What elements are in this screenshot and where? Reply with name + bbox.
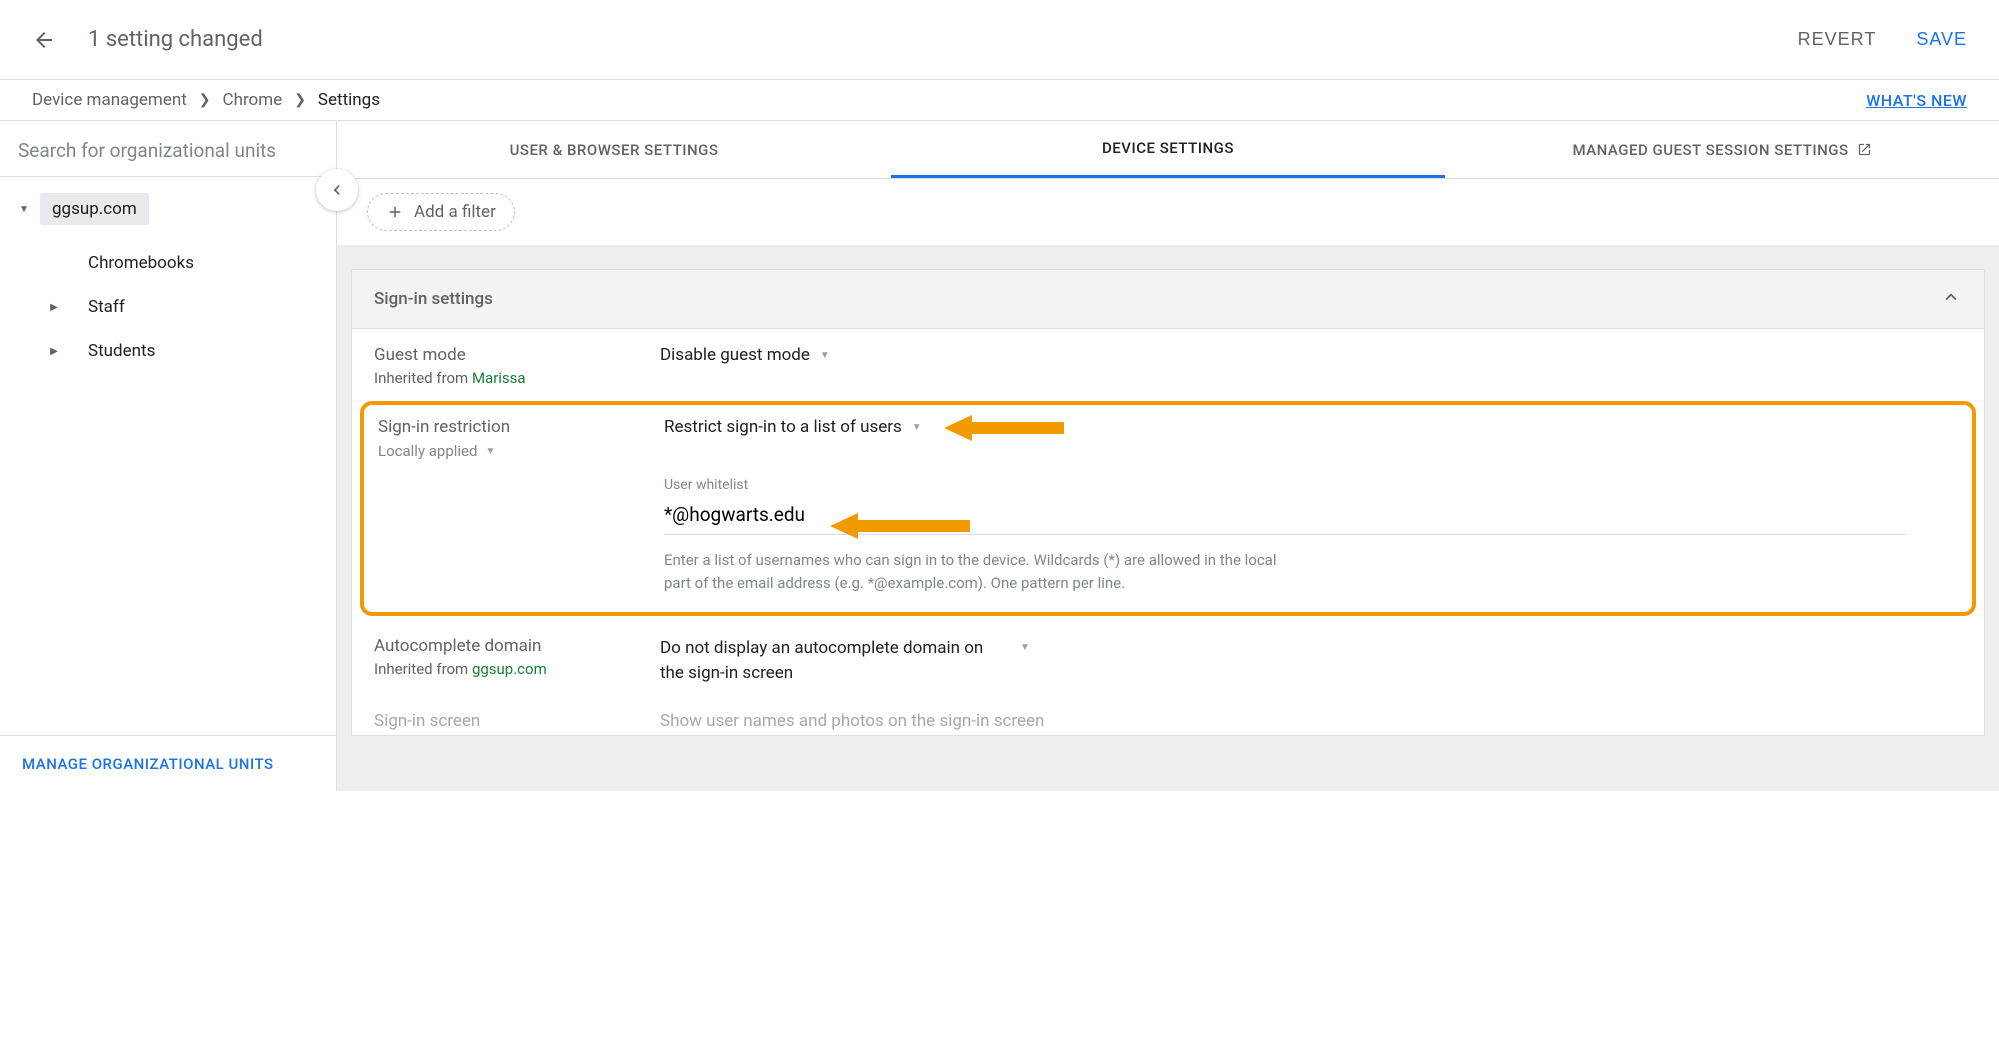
- manage-ou-link[interactable]: MANAGE ORGANIZATIONAL UNITS: [22, 755, 274, 773]
- filter-row: Add a filter: [337, 179, 1999, 245]
- setting-name: Sign-in restriction: [378, 417, 634, 437]
- signin-screen-dropdown[interactable]: Show user names and photos on the sign-i…: [660, 711, 1044, 731]
- setting-right: Restrict sign-in to a list of users ▼ Us…: [664, 417, 1958, 594]
- settings-area: Sign-in settings Guest mode Inherited fr…: [337, 245, 1999, 791]
- dropdown-text: Do not display an autocomplete domain on…: [660, 636, 1010, 685]
- setting-left: Guest mode Inherited from Marissa: [374, 345, 630, 387]
- setting-inherit: Inherited from Marissa: [374, 369, 630, 387]
- topbar-actions: REVERT SAVE: [1798, 29, 1967, 50]
- ou-item-staff[interactable]: ▶ Staff: [0, 289, 336, 325]
- sidebar: Search for organizational units ▼ ggsup.…: [0, 121, 337, 791]
- breadcrumb-current: Settings: [318, 90, 380, 110]
- save-button[interactable]: SAVE: [1916, 29, 1967, 50]
- setting-name: Autocomplete domain: [374, 636, 630, 656]
- setting-name: Sign-in screen: [374, 711, 630, 731]
- setting-autocomplete-domain: Autocomplete domain Inherited from ggsup…: [352, 620, 1984, 695]
- setting-name: Guest mode: [374, 345, 630, 365]
- signin-restriction-dropdown[interactable]: Restrict sign-in to a list of users ▼: [664, 417, 922, 437]
- ou-label: Staff: [88, 297, 125, 317]
- annotation-arrow-icon: [944, 411, 1064, 445]
- content: USER & BROWSER SETTINGS DEVICE SETTINGS …: [337, 121, 1999, 791]
- guest-mode-dropdown[interactable]: Disable guest mode ▼: [660, 345, 830, 365]
- setting-guest-mode: Guest mode Inherited from Marissa Disabl…: [352, 329, 1984, 397]
- whitelist-help: Enter a list of usernames who can sign i…: [664, 549, 1304, 594]
- setting-right: Disable guest mode ▼: [660, 345, 1962, 387]
- ou-tree: ▼ ggsup.com Chromebooks ▶ Staff ▶ Studen…: [0, 177, 336, 735]
- top-bar: 1 setting changed REVERT SAVE: [0, 0, 1999, 80]
- setting-right: Show user names and photos on the sign-i…: [660, 711, 1962, 735]
- breadcrumb-device-mgmt[interactable]: Device management: [32, 90, 187, 110]
- setting-left: Sign-in screen: [374, 711, 630, 735]
- inherit-link[interactable]: Marissa: [472, 369, 526, 387]
- setting-signin-screen: Sign-in screen Show user names and photo…: [352, 695, 1984, 735]
- ou-item-students[interactable]: ▶ Students: [0, 333, 336, 369]
- caret-down-icon: ▼: [1020, 642, 1030, 653]
- highlight-signin-restriction: Sign-in restriction Locally applied ▼ Re…: [360, 401, 1976, 616]
- search-ou-input[interactable]: Search for organizational units: [0, 121, 336, 177]
- caret-right-icon: ▶: [48, 346, 60, 357]
- chevron-left-icon: [327, 180, 347, 200]
- caret-down-icon: ▼: [820, 350, 830, 361]
- dropdown-text: Show user names and photos on the sign-i…: [660, 711, 1044, 731]
- tabs: USER & BROWSER SETTINGS DEVICE SETTINGS …: [337, 121, 1999, 179]
- breadcrumb-bar: Device management ❯ Chrome ❯ Settings WH…: [0, 80, 1999, 121]
- ou-label: Students: [88, 341, 155, 361]
- section-header[interactable]: Sign-in settings: [352, 270, 1984, 329]
- setting-right: Do not display an autocomplete domain on…: [660, 636, 1962, 685]
- inherit-link[interactable]: ggsup.com: [472, 660, 547, 678]
- setting-signin-restriction: Sign-in restriction Locally applied ▼ Re…: [378, 417, 1958, 594]
- tab-label: MANAGED GUEST SESSION SETTINGS: [1572, 141, 1848, 159]
- chevron-up-icon[interactable]: [1940, 286, 1962, 312]
- autocomplete-dropdown[interactable]: Do not display an autocomplete domain on…: [660, 636, 1962, 685]
- sidebar-footer: MANAGE ORGANIZATIONAL UNITS: [0, 735, 336, 791]
- back-arrow-icon[interactable]: [32, 28, 56, 52]
- dropdown-text: Restrict sign-in to a list of users: [664, 417, 902, 437]
- ou-item-chromebooks[interactable]: Chromebooks: [0, 245, 336, 281]
- setting-left: Autocomplete domain Inherited from ggsup…: [374, 636, 630, 685]
- caret-right-icon: ▶: [48, 302, 60, 313]
- locally-applied[interactable]: Locally applied ▼: [378, 442, 495, 460]
- ou-root-label: ggsup.com: [40, 193, 149, 225]
- section-signin-settings: Sign-in settings Guest mode Inherited fr…: [351, 269, 1985, 736]
- inherit-prefix: Inherited from: [374, 369, 472, 387]
- caret-down-icon: ▼: [912, 422, 922, 433]
- caret-down-icon: ▼: [485, 446, 495, 457]
- revert-button[interactable]: REVERT: [1798, 29, 1877, 50]
- add-filter-chip[interactable]: Add a filter: [367, 193, 515, 231]
- tab-label: USER & BROWSER SETTINGS: [510, 141, 719, 159]
- whitelist-label: User whitelist: [664, 477, 1958, 493]
- tab-managed-guest[interactable]: MANAGED GUEST SESSION SETTINGS: [1445, 121, 1999, 178]
- setting-left: Sign-in restriction Locally applied ▼: [378, 417, 634, 594]
- section-title: Sign-in settings: [374, 289, 493, 309]
- topbar-title: 1 setting changed: [88, 27, 1798, 52]
- inherit-prefix: Inherited from: [374, 660, 472, 678]
- setting-inherit: Inherited from ggsup.com: [374, 660, 630, 678]
- breadcrumb: Device management ❯ Chrome ❯ Settings: [32, 90, 380, 110]
- ou-root[interactable]: ▼ ggsup.com: [0, 185, 336, 233]
- caret-down-icon: ▼: [18, 204, 30, 215]
- ou-label: Chromebooks: [88, 253, 194, 273]
- dropdown-text: Disable guest mode: [660, 345, 810, 365]
- sidebar-collapse-button[interactable]: [316, 169, 358, 211]
- tab-user-browser[interactable]: USER & BROWSER SETTINGS: [337, 121, 891, 178]
- breadcrumb-chrome[interactable]: Chrome: [223, 90, 283, 110]
- chevron-right-icon: ❯: [199, 92, 211, 108]
- chevron-right-icon: ❯: [294, 92, 306, 108]
- annotation-arrow-icon: [830, 509, 970, 543]
- whats-new-link[interactable]: WHAT'S NEW: [1866, 91, 1967, 110]
- tab-device-settings[interactable]: DEVICE SETTINGS: [891, 121, 1445, 178]
- locally-applied-text: Locally applied: [378, 442, 477, 460]
- main: Search for organizational units ▼ ggsup.…: [0, 121, 1999, 791]
- tab-label: DEVICE SETTINGS: [1102, 139, 1234, 157]
- add-filter-label: Add a filter: [414, 202, 496, 222]
- plus-icon: [386, 203, 404, 221]
- open-external-icon: [1857, 142, 1872, 157]
